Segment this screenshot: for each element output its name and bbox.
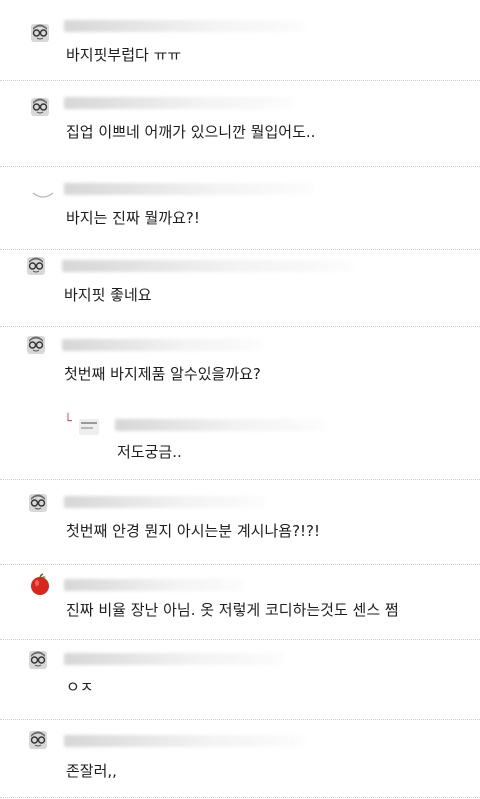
comment-text: 집업 이쁘네 어깨가 있으니깐 뭘입어도.. xyxy=(66,123,316,141)
reply-icon[interactable] xyxy=(78,417,100,437)
comment-text: 바지는 진짜 뭘까요?! xyxy=(66,209,200,227)
reply-item: └ 저도궁금.. xyxy=(0,395,480,480)
comment-meta-blurred xyxy=(64,20,304,32)
glasses-man-icon[interactable] xyxy=(25,334,47,356)
glasses-man-icon[interactable] xyxy=(25,255,47,277)
comment-meta-blurred xyxy=(62,339,262,351)
comment-text: ㅇㅈ xyxy=(66,678,94,696)
default-profile-icon[interactable] xyxy=(31,185,55,201)
glasses-man-icon[interactable] xyxy=(27,492,49,514)
comment-meta-blurred xyxy=(64,183,314,195)
comment-item: 바지핏부럽다 ㅠㅠ xyxy=(0,0,480,81)
comment-meta-blurred xyxy=(62,260,352,272)
glasses-man-icon[interactable] xyxy=(27,729,49,751)
comment-meta-blurred xyxy=(64,579,244,591)
comment-item: 바지핏 좋네요 xyxy=(0,250,480,327)
reply-arrow-icon: └ xyxy=(64,414,72,429)
comment-meta-blurred xyxy=(64,653,284,665)
comment-item: 집업 이쁘네 어깨가 있으니깐 뭘입어도.. xyxy=(0,81,480,167)
glasses-man-icon[interactable] xyxy=(29,22,51,44)
glasses-man-icon[interactable] xyxy=(27,649,49,671)
comment-text: 바지핏부럽다 ㅠㅠ xyxy=(66,46,182,64)
comment-item: ㅇㅈ xyxy=(0,640,480,720)
comment-item: 진짜 비율 장난 아님. 옷 저렇게 코디하는것도 센스 쩜 xyxy=(0,565,480,640)
comment-text: 첫번째 바지제품 알수있을까요? xyxy=(64,365,261,383)
comment-text: 첫번째 안경 뭔지 아시는분 계시나욤?!?! xyxy=(66,522,321,540)
glasses-man-icon[interactable] xyxy=(29,96,51,118)
comment-text: 존잘러,, xyxy=(66,762,117,780)
comment-meta-blurred xyxy=(64,496,264,508)
comment-item: 첫번째 안경 뭔지 아시는분 계시나욤?!?! xyxy=(0,480,480,565)
comment-text: 바지핏 좋네요 xyxy=(64,286,152,304)
comment-meta-blurred xyxy=(64,735,304,747)
comment-item: 첫번째 바지제품 알수있을까요? xyxy=(0,327,480,395)
comment-item: 바지는 진짜 뭘까요?! xyxy=(0,167,480,250)
comment-meta-blurred xyxy=(64,97,294,109)
comment-text: 저도궁금.. xyxy=(117,443,182,461)
comment-meta-blurred xyxy=(115,419,325,431)
apple-icon[interactable] xyxy=(28,572,52,596)
comment-text: 진짜 비율 장난 아님. 옷 저렇게 코디하는것도 센스 쩜 xyxy=(66,601,399,619)
comment-item: 존잘러,, xyxy=(0,720,480,798)
comment-list: 바지핏부럽다 ㅠㅠ 집업 이쁘네 어깨가 있으니깐 뭘입어도.. 바지는 진짜 … xyxy=(0,0,480,799)
